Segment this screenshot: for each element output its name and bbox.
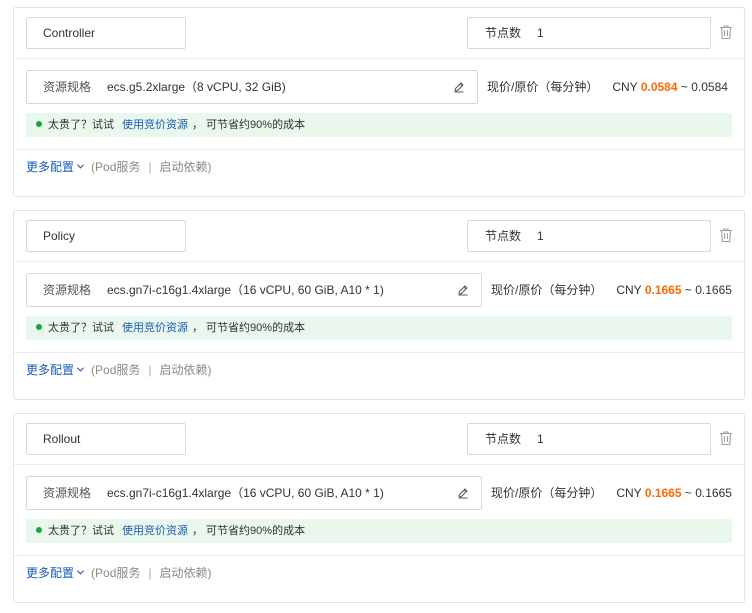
spec-select[interactable]: 资源规格 ecs.g5.2xlarge（8 vCPU, 32 GiB) bbox=[26, 70, 478, 104]
spec-select[interactable]: 资源规格 ecs.gn7i-c16g1.4xlarge（16 vCPU, 60 … bbox=[26, 273, 482, 307]
spot-tip-banner: 太贵了？试试 使用竞价资源 ， 可节省约90%的成本 bbox=[26, 519, 732, 543]
price-tilde: ~ bbox=[684, 486, 692, 500]
role-name-input[interactable]: Policy bbox=[26, 220, 186, 252]
node-count-value: 1 bbox=[537, 229, 544, 243]
chevron-down-icon bbox=[76, 367, 85, 372]
more-config: 更多配置 (Pod服务 | 启动依赖) bbox=[26, 158, 212, 176]
edit-icon[interactable] bbox=[457, 284, 469, 296]
price-display: 现价/原价（每分钟） CNY 0.1665 ~ 0.1665 bbox=[491, 476, 732, 510]
divider bbox=[14, 261, 744, 262]
pod-service-label: (Pod服务 bbox=[91, 566, 141, 580]
role-card-controller: Controller 节点数 1 资源规格 ecs.g5.2xlarge（8 v… bbox=[13, 7, 745, 197]
status-dot-icon bbox=[36, 121, 42, 127]
spec-label: 资源规格 bbox=[43, 283, 92, 297]
more-config-toggle[interactable]: 更多配置 bbox=[26, 160, 91, 174]
tip-suffix: ， 可节省约90%的成本 bbox=[192, 525, 306, 537]
trash-icon[interactable] bbox=[719, 227, 733, 243]
role-name-input[interactable]: Controller bbox=[26, 17, 186, 49]
role-name-input[interactable]: Rollout bbox=[26, 423, 186, 455]
node-count-value: 1 bbox=[537, 432, 544, 446]
price-display: 现价/原价（每分钟） CNY 0.1665 ~ 0.1665 bbox=[491, 273, 732, 307]
node-count-label: 节点数 bbox=[485, 229, 522, 243]
spot-tip-banner: 太贵了？试试 使用竞价资源 ， 可节省约90%的成本 bbox=[26, 316, 732, 340]
startup-deps-label: 启动依赖) bbox=[159, 566, 212, 580]
pod-service-label: (Pod服务 bbox=[91, 363, 141, 377]
spec-value: ecs.gn7i-c16g1.4xlarge（16 vCPU, 60 GiB, … bbox=[107, 486, 384, 500]
currency: CNY bbox=[612, 80, 638, 94]
tip-suffix: ， 可节省约90%的成本 bbox=[192, 322, 306, 334]
status-dot-icon bbox=[36, 324, 42, 330]
price-original: 0.1665 bbox=[695, 486, 732, 500]
tip-prefix: 太贵了？试试 bbox=[48, 322, 114, 334]
spot-resource-link[interactable]: 使用竞价资源 bbox=[122, 322, 188, 334]
node-count-label: 节点数 bbox=[485, 432, 522, 446]
role-card-rollout: Rollout 节点数 1 资源规格 ecs.gn7i-c16g1.4xlarg… bbox=[13, 413, 745, 603]
role-card-policy: Policy 节点数 1 资源规格 ecs.gn7i-c16g1.4xlarge… bbox=[13, 210, 745, 400]
separator: | bbox=[148, 363, 152, 377]
edit-icon[interactable] bbox=[453, 81, 465, 93]
spot-resource-link[interactable]: 使用竞价资源 bbox=[122, 119, 188, 131]
spot-resource-link[interactable]: 使用竞价资源 bbox=[122, 525, 188, 537]
startup-deps-label: 启动依赖) bbox=[159, 160, 212, 174]
price-tilde: ~ bbox=[680, 80, 688, 94]
spec-label: 资源规格 bbox=[43, 80, 92, 94]
price-original: 0.0584 bbox=[691, 80, 728, 94]
spec-label: 资源规格 bbox=[43, 486, 92, 500]
price-label: 现价/原价（每分钟） bbox=[487, 80, 599, 94]
node-count-value: 1 bbox=[537, 26, 544, 40]
tip-prefix: 太贵了？试试 bbox=[48, 119, 114, 131]
spec-select[interactable]: 资源规格 ecs.gn7i-c16g1.4xlarge（16 vCPU, 60 … bbox=[26, 476, 482, 510]
node-count-input[interactable]: 节点数 1 bbox=[467, 423, 711, 455]
divider bbox=[14, 149, 744, 150]
price-current: 0.1665 bbox=[644, 486, 682, 500]
divider bbox=[14, 464, 744, 465]
tip-suffix: ， 可节省约90%的成本 bbox=[192, 119, 306, 131]
trash-icon[interactable] bbox=[719, 430, 733, 446]
price-label: 现价/原价（每分钟） bbox=[491, 283, 603, 297]
spec-value: ecs.gn7i-c16g1.4xlarge（16 vCPU, 60 GiB, … bbox=[107, 283, 384, 297]
more-config-toggle[interactable]: 更多配置 bbox=[26, 363, 91, 377]
node-count-input[interactable]: 节点数 1 bbox=[467, 220, 711, 252]
price-current: 0.1665 bbox=[644, 283, 682, 297]
startup-deps-label: 启动依赖) bbox=[159, 363, 212, 377]
tip-prefix: 太贵了？试试 bbox=[48, 525, 114, 537]
edit-icon[interactable] bbox=[457, 487, 469, 499]
more-config-label: 更多配置 bbox=[26, 160, 75, 174]
price-current: 0.0584 bbox=[640, 80, 678, 94]
node-count-label: 节点数 bbox=[485, 26, 522, 40]
spot-tip-banner: 太贵了？试试 使用竞价资源 ， 可节省约90%的成本 bbox=[26, 113, 732, 137]
chevron-down-icon bbox=[76, 164, 85, 169]
pod-service-label: (Pod服务 bbox=[91, 160, 141, 174]
currency: CNY bbox=[616, 486, 642, 500]
divider bbox=[14, 58, 744, 59]
chevron-down-icon bbox=[76, 570, 85, 575]
price-label: 现价/原价（每分钟） bbox=[491, 486, 603, 500]
price-display: 现价/原价（每分钟） CNY 0.0584 ~ 0.0584 bbox=[487, 70, 728, 104]
price-tilde: ~ bbox=[684, 283, 692, 297]
trash-icon[interactable] bbox=[719, 24, 733, 40]
separator: | bbox=[148, 566, 152, 580]
currency: CNY bbox=[616, 283, 642, 297]
divider bbox=[14, 555, 744, 556]
status-dot-icon bbox=[36, 527, 42, 533]
more-config-label: 更多配置 bbox=[26, 566, 75, 580]
more-config: 更多配置 (Pod服务 | 启动依赖) bbox=[26, 361, 212, 379]
spec-value: ecs.g5.2xlarge（8 vCPU, 32 GiB) bbox=[107, 80, 286, 94]
price-original: 0.1665 bbox=[695, 283, 732, 297]
more-config: 更多配置 (Pod服务 | 启动依赖) bbox=[26, 564, 212, 582]
more-config-label: 更多配置 bbox=[26, 363, 75, 377]
separator: | bbox=[148, 160, 152, 174]
node-count-input[interactable]: 节点数 1 bbox=[467, 17, 711, 49]
divider bbox=[14, 352, 744, 353]
more-config-toggle[interactable]: 更多配置 bbox=[26, 566, 91, 580]
